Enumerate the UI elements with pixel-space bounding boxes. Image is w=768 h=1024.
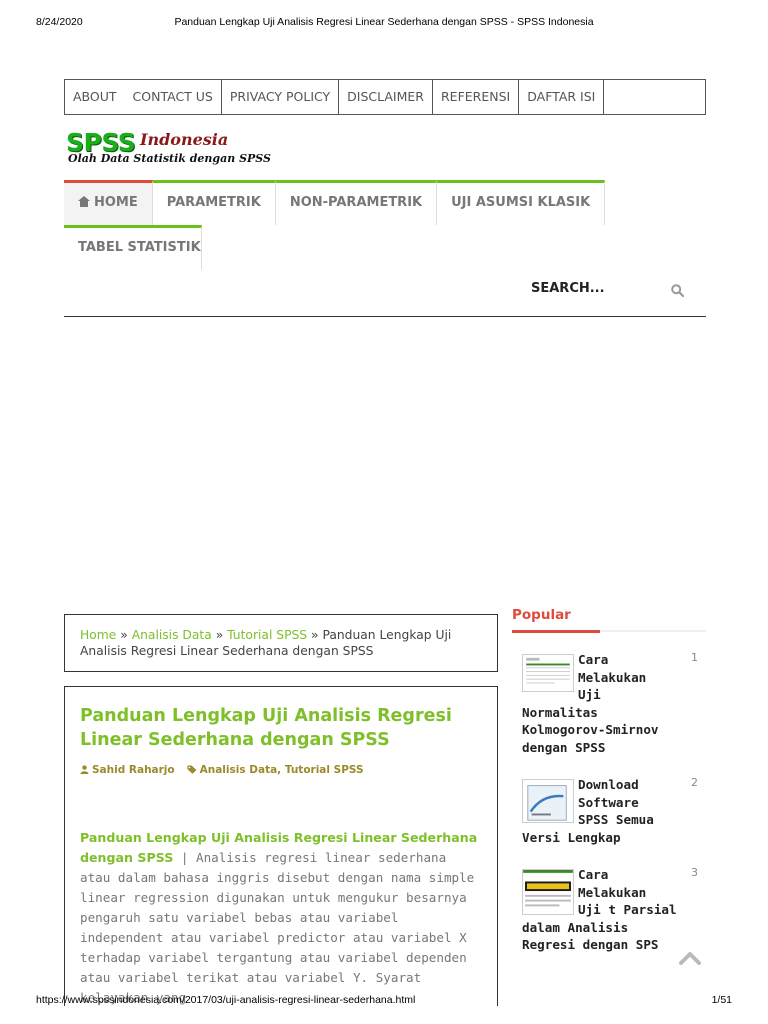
breadcrumb-separator: »	[215, 628, 224, 642]
print-url: https://www.spssindonesia.com/2017/03/uj…	[36, 994, 416, 1006]
popular-item[interactable]: 2 Download Software SPSS Semua Versi Len…	[522, 776, 706, 846]
popular-item[interactable]: 1 Cara Melakukan Uji Normalitas Kolmogor…	[522, 651, 706, 756]
search-input[interactable]: Search...	[531, 281, 605, 296]
post-categories[interactable]: Analisis Data, Tutorial SPSS	[200, 764, 364, 776]
site-logo[interactable]: SPSS Indonesia Olah Data Statistik denga…	[66, 128, 271, 170]
sidebar-popular-title: Popular	[512, 607, 571, 623]
topnav-contact-us[interactable]: Contact Us	[125, 80, 222, 114]
popular-rank: 1	[691, 651, 698, 664]
topnav-daftar-isi[interactable]: Daftar Isi	[519, 80, 605, 114]
post-meta: Sahid Raharjo Analisis Data, Tutorial SP…	[80, 764, 364, 776]
print-page-number: 1/51	[711, 994, 732, 1006]
mainnav-tabel-statistik[interactable]: Tabel Statistik	[64, 225, 202, 270]
header-divider	[64, 316, 706, 317]
home-icon	[78, 196, 90, 207]
topnav-disclaimer[interactable]: Disclaimer	[339, 80, 433, 114]
popular-thumbnail[interactable]	[522, 654, 574, 692]
search-icon[interactable]	[671, 284, 684, 297]
main-navigation: Home Parametrik Non-Parametrik Uji Asums…	[64, 180, 606, 270]
post-title[interactable]: Panduan Lengkap Uji Analisis Regresi Lin…	[80, 704, 460, 752]
sidebar-divider-accent	[512, 630, 600, 633]
top-navigation: About Contact Us Privacy Policy Disclaim…	[64, 79, 706, 115]
breadcrumb-separator: »	[311, 628, 319, 642]
print-header: 8/24/2020 Panduan Lengkap Uji Analisis R…	[36, 16, 732, 30]
popular-rank: 2	[691, 776, 698, 789]
topnav-privacy-policy[interactable]: Privacy Policy	[222, 80, 340, 114]
mainnav-parametrik[interactable]: Parametrik	[152, 180, 276, 225]
topnav-referensi[interactable]: Referensi	[433, 80, 520, 114]
breadcrumb-analisis-data[interactable]: Analisis Data	[132, 628, 212, 642]
topnav-about[interactable]: About	[65, 80, 125, 114]
mainnav-non-parametrik[interactable]: Non-Parametrik	[275, 180, 438, 225]
print-footer: https://www.spssindonesia.com/2017/03/uj…	[36, 994, 732, 1008]
logo-sub-text: Indonesia	[140, 130, 229, 149]
breadcrumb-separator: »	[120, 628, 128, 642]
popular-item[interactable]: 3 Cara Melakukan Uji t Parsial dalam Ana…	[522, 866, 706, 954]
post-body-text: | Analisis regresi linear sederhana atau…	[80, 850, 475, 1005]
mainnav-uji-asumsi-klasik[interactable]: Uji Asumsi Klasik	[437, 180, 606, 225]
popular-thumbnail[interactable]	[522, 779, 574, 823]
chevron-up-icon[interactable]	[679, 951, 701, 965]
logo-tagline: Olah Data Statistik dengan SPSS	[68, 152, 271, 165]
user-icon	[80, 765, 89, 774]
popular-rank: 3	[691, 866, 698, 879]
post-author[interactable]: Sahid Raharjo	[92, 764, 175, 776]
mainnav-home[interactable]: Home	[64, 180, 153, 225]
breadcrumb: Home » Analisis Data » Tutorial SPSS » P…	[64, 614, 498, 672]
post-body: Panduan Lengkap Uji Analisis Regresi Lin…	[80, 828, 482, 1008]
breadcrumb-home[interactable]: Home	[80, 628, 116, 642]
breadcrumb-tutorial-spss[interactable]: Tutorial SPSS	[227, 628, 307, 642]
popular-thumbnail[interactable]	[522, 869, 574, 915]
print-title: Panduan Lengkap Uji Analisis Regresi Lin…	[174, 16, 594, 28]
post-article: Panduan Lengkap Uji Analisis Regresi Lin…	[64, 686, 498, 1006]
mainnav-home-label: Home	[94, 195, 138, 210]
tag-icon	[187, 765, 197, 774]
